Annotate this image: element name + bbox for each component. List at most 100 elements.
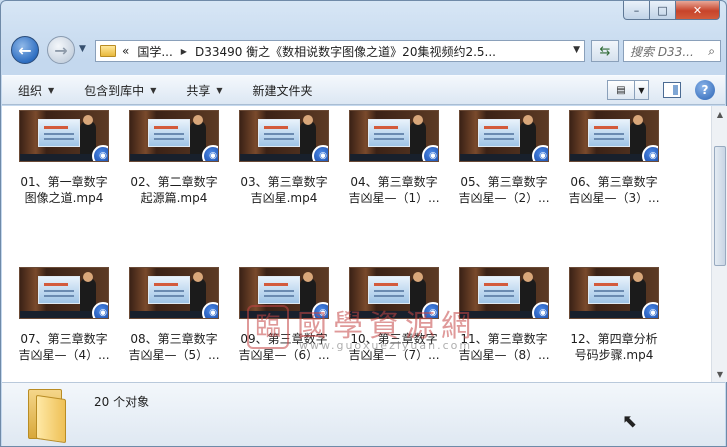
toolbar-right: ▤ ▼ ? <box>607 80 715 100</box>
thumbnail-screen <box>368 276 410 304</box>
close-button[interactable]: ✕ <box>676 1 720 20</box>
file-name-line2: 吉凶星.mp4 <box>250 191 318 205</box>
item-count: 20 个对象 <box>94 395 150 409</box>
thumbnail-screen <box>588 119 630 147</box>
refresh-button[interactable]: ⇆ <box>591 40 619 62</box>
file-name-line1: 12、第四章分析 <box>570 332 658 346</box>
thumbnail-screen <box>478 119 520 147</box>
file-item[interactable]: ◉ 10、第三章数字 吉凶星—（7）... <box>340 267 448 363</box>
search-input[interactable]: 搜索 D33... ⌕ <box>623 40 721 62</box>
chevron-right-icon[interactable]: ▶ <box>181 47 187 56</box>
video-thumbnail: ◉ <box>19 267 109 319</box>
file-item[interactable]: ◉ 06、第三章数字 吉凶星—（3）... <box>560 110 668 206</box>
file-name-line2: 图像之道.mp4 <box>24 191 104 205</box>
scroll-up-icon[interactable]: ▲ <box>712 106 727 122</box>
media-player-icon: ◉ <box>532 302 548 318</box>
media-player-icon: ◉ <box>92 145 108 161</box>
search-placeholder: 搜索 D33... <box>630 44 694 59</box>
address-bar[interactable]: « 国学... ▶ D33490 衡之《数相说数字图像之道》20集视频约2.5.… <box>95 40 585 62</box>
organize-menu[interactable]: 组织 ▼ <box>18 82 54 99</box>
file-item[interactable]: ◉ 05、第三章数字 吉凶星—（2）... <box>450 110 558 206</box>
new-folder-button[interactable]: 新建文件夹 <box>253 82 313 99</box>
vertical-scrollbar[interactable]: ▲ ▼ <box>711 106 727 382</box>
chevron-down-icon[interactable]: ▼ <box>573 45 580 55</box>
file-item[interactable]: ◉ 11、第三章数字 吉凶星—（8）... <box>450 267 558 363</box>
video-thumbnail: ◉ <box>349 110 439 162</box>
share-menu[interactable]: 共享 ▼ <box>186 82 222 99</box>
media-player-icon: ◉ <box>202 145 218 161</box>
file-item[interactable]: ◉ 01、第一章数字 图像之道.mp4 <box>10 110 118 206</box>
command-bar: 组织 ▼ 包含到库中 ▼ 共享 ▼ 新建文件夹 ▤ ▼ ? <box>2 75 725 105</box>
file-item[interactable]: ◉ 12、第四章分析 号码步骤.mp4 <box>560 267 668 363</box>
file-item[interactable]: ◉ 08、第三章数字 吉凶星—（5）... <box>120 267 228 363</box>
media-player-icon: ◉ <box>642 145 658 161</box>
file-name-line2: 吉凶星—（5）... <box>128 348 220 362</box>
caption-buttons: – □ ✕ <box>623 1 720 20</box>
media-player-icon: ◉ <box>642 302 658 318</box>
folder-icon <box>100 45 116 57</box>
file-item[interactable]: ◉ 09、第三章数字 吉凶星—（6）... <box>230 267 338 363</box>
file-item[interactable]: ◉ 02、第二章数字 起源篇.mp4 <box>120 110 228 206</box>
file-name-line2: 吉凶星—（4）... <box>18 348 110 362</box>
explorer-window: – □ ✕ ← → ▼ « 国学... ▶ D33490 衡之《数相说数字图像之… <box>0 0 727 447</box>
include-in-library-menu[interactable]: 包含到库中 ▼ <box>84 82 156 99</box>
file-name-line2: 吉凶星—（2）... <box>458 191 550 205</box>
media-player-icon: ◉ <box>422 302 438 318</box>
thumbnail-screen <box>478 276 520 304</box>
address-segment-current[interactable]: D33490 衡之《数相说数字图像之道》20集视频约2.5... <box>195 43 496 60</box>
file-item[interactable]: ◉ 04、第三章数字 吉凶星—（1）... <box>340 110 448 206</box>
address-segment-guoxue[interactable]: 国学... <box>137 43 172 60</box>
file-name-line1: 02、第二章数字 <box>130 175 218 189</box>
organize-label: 组织 <box>18 83 43 98</box>
video-thumbnail: ◉ <box>569 110 659 162</box>
file-item[interactable]: ◉ 03、第三章数字 吉凶星.mp4 <box>230 110 338 206</box>
file-name-line1: 10、第三章数字 <box>350 332 438 346</box>
maximize-button[interactable]: □ <box>650 1 676 20</box>
file-name-line1: 04、第三章数字 <box>350 175 438 189</box>
change-view-button[interactable]: ▤ <box>607 80 635 100</box>
file-list-view[interactable]: ◉ 01、第一章数字 图像之道.mp4 ◉ 02、第二章数字 起源篇.mp4 ◉ 03、第三章… <box>2 106 711 382</box>
preview-pane-button[interactable] <box>663 82 681 98</box>
thumbnail-screen <box>148 119 190 147</box>
thumbnail-screen <box>368 119 410 147</box>
mouse-cursor-icon: ⬉ <box>622 411 638 432</box>
file-name-line1: 09、第三章数字 <box>240 332 328 346</box>
video-thumbnail: ◉ <box>19 110 109 162</box>
help-button[interactable]: ? <box>695 80 715 100</box>
thumbnail-screen <box>38 276 80 304</box>
chevron-down-icon: ▼ <box>216 85 223 95</box>
scrollbar-thumb[interactable] <box>714 146 726 266</box>
chevron-down-icon: ▼ <box>48 85 55 95</box>
file-name-line2: 吉凶星—（6）... <box>238 348 330 362</box>
media-player-icon: ◉ <box>532 145 548 161</box>
file-name-line1: 07、第三章数字 <box>20 332 108 346</box>
video-thumbnail: ◉ <box>459 267 549 319</box>
media-player-icon: ◉ <box>92 302 108 318</box>
file-name-line1: 08、第三章数字 <box>130 332 218 346</box>
details-pane: 20 个对象 ⬉ <box>2 382 725 446</box>
file-name-line2: 吉凶星—（3）... <box>568 191 660 205</box>
scroll-down-icon[interactable]: ▼ <box>712 366 727 382</box>
forward-button[interactable]: → <box>47 36 75 64</box>
file-name-line1: 03、第三章数字 <box>240 175 328 189</box>
view-options-dropdown[interactable]: ▼ <box>635 80 649 100</box>
refresh-icon: ⇆ <box>599 43 611 59</box>
search-icon[interactable]: ⌕ <box>708 44 715 59</box>
file-item[interactable]: ◉ 07、第三章数字 吉凶星—（4）... <box>10 267 118 363</box>
address-overflow[interactable]: « <box>122 44 129 58</box>
media-player-icon: ◉ <box>422 145 438 161</box>
file-name-line2: 起源篇.mp4 <box>140 191 208 205</box>
thumbnail-screen <box>258 119 300 147</box>
thumbnail-screen <box>258 276 300 304</box>
video-thumbnail: ◉ <box>349 267 439 319</box>
thumbnail-screen <box>38 119 80 147</box>
file-name-line1: 06、第三章数字 <box>570 175 658 189</box>
video-thumbnail: ◉ <box>239 267 329 319</box>
back-button[interactable]: ← <box>11 36 39 64</box>
file-name-line2: 号码步骤.mp4 <box>574 348 654 362</box>
video-thumbnail: ◉ <box>239 110 329 162</box>
recent-pages-dropdown-icon[interactable]: ▼ <box>79 44 86 54</box>
thumbnail-screen <box>148 276 190 304</box>
minimize-button[interactable]: – <box>623 1 650 20</box>
include-library-label: 包含到库中 <box>84 83 145 98</box>
